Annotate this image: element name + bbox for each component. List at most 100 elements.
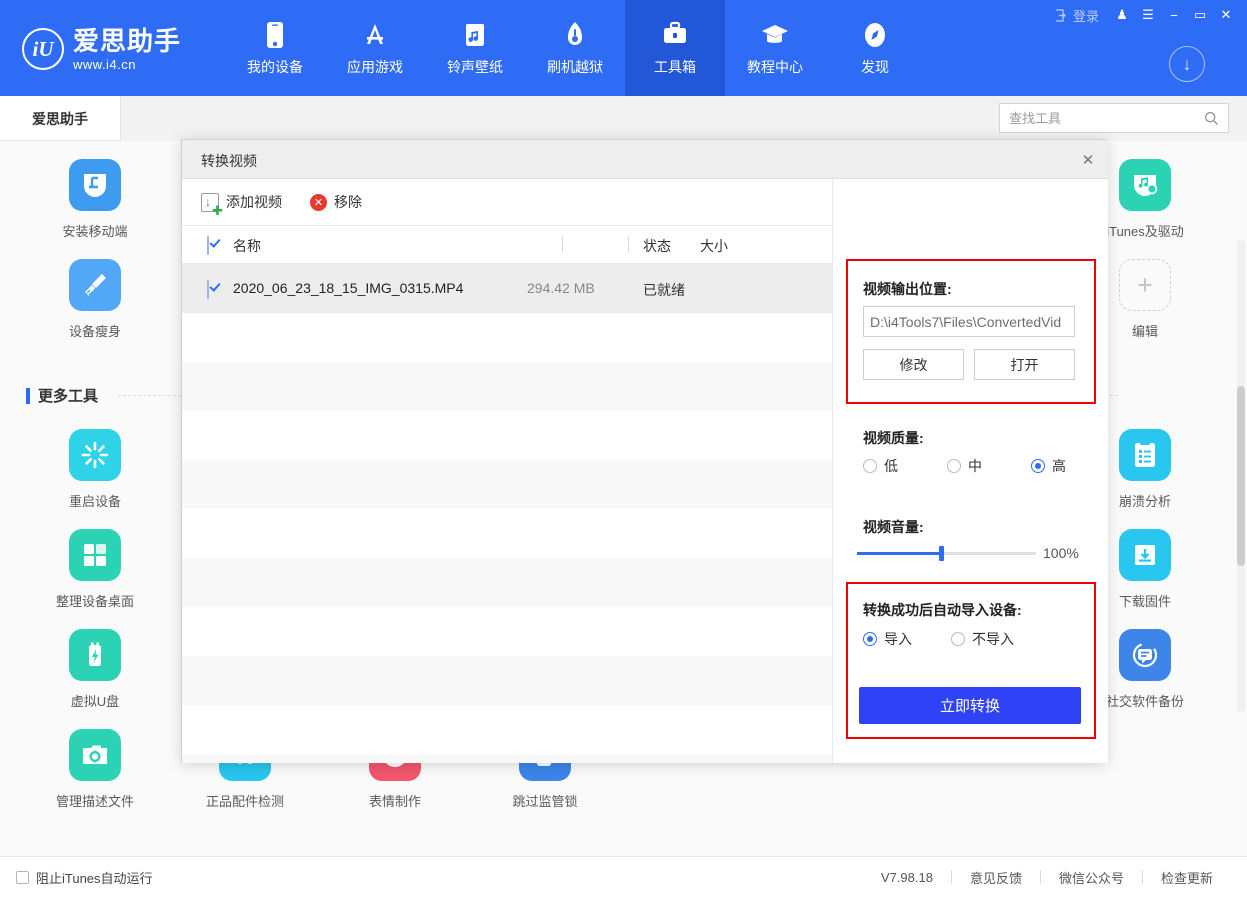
check-update-link[interactable]: 检查更新 (1143, 868, 1231, 887)
maximize-icon[interactable]: ▭ (1187, 4, 1213, 26)
tool-label: iTunes及驱动 (1106, 221, 1184, 240)
open-path-button[interactable]: 打开 (974, 349, 1075, 380)
table-row-empty (182, 460, 832, 509)
tab-strip: 爱思助手 (0, 96, 1247, 141)
status-bar: 阻止iTunes自动运行 V7.98.18 意见反馈 微信公众号 检查更新 (0, 856, 1247, 897)
tool-label: 跳过监管锁 (512, 791, 577, 810)
file-list-header: 名称 大小 状态 (182, 226, 832, 264)
table-row[interactable]: 2020_06_23_18_15_IMG_0315.MP4 294.42 MB … (182, 264, 832, 313)
modify-path-button[interactable]: 修改 (863, 349, 964, 380)
logo-mark-icon: iU (22, 28, 64, 70)
row-checkbox[interactable] (207, 281, 209, 299)
toolbox-icon (661, 20, 689, 50)
grid-icon (69, 529, 121, 581)
column-header-state[interactable]: 状态 (643, 236, 671, 256)
app-header: iU 爱思助手 www.i4.cn 我的设备 应用游戏 铃声壁纸 (0, 0, 1247, 96)
auto-import-option-no[interactable]: 不导入 (951, 629, 1014, 649)
phone-icon (265, 20, 285, 50)
install-mobile-icon (69, 159, 121, 211)
nav-item-apps-games[interactable]: 应用游戏 (325, 0, 425, 96)
restart-icon (69, 429, 121, 481)
convert-video-dialog: 转换视频 ✕ ↓✚ 添加视频 ✕ 移除 名称 大小 状态 (181, 139, 1107, 763)
close-icon[interactable]: ✕ (1213, 4, 1239, 26)
output-path-input[interactable]: D:\i4Tools7\Files\ConvertedVid (863, 306, 1075, 337)
column-header-name[interactable]: 名称 (233, 236, 261, 256)
add-video-button[interactable]: ↓✚ 添加视频 (201, 192, 282, 212)
nav-label: 工具箱 (654, 57, 696, 77)
nav-item-tutorial-center[interactable]: 教程中心 (725, 0, 825, 96)
slider-fill (857, 552, 939, 555)
nav-item-discover[interactable]: 发现 (825, 0, 925, 96)
column-header-size[interactable]: 大小 (700, 236, 728, 256)
tool-label: 设备瘦身 (69, 321, 121, 340)
download-circle-icon[interactable]: ↓ (1169, 46, 1205, 82)
plus-dashed-icon: + (1119, 259, 1171, 311)
table-row-empty (182, 558, 832, 607)
tool-label: 正品配件检测 (206, 791, 284, 810)
login-label: 登录 (1073, 6, 1099, 25)
quality-option-medium[interactable]: 中 (947, 456, 1031, 476)
nav-item-toolbox[interactable]: 工具箱 (625, 0, 725, 96)
login-button[interactable]: 登录 (1055, 6, 1099, 25)
divider (628, 236, 629, 253)
volume-value: 100% (1043, 545, 1079, 561)
nav-label: 刷机越狱 (547, 57, 603, 77)
block-itunes-checkbox[interactable]: 阻止iTunes自动运行 (16, 868, 153, 887)
add-file-icon: ↓✚ (201, 193, 219, 212)
table-row-empty (182, 705, 832, 754)
nav-label: 我的设备 (247, 57, 303, 77)
tool-tile-device-slimming[interactable]: 设备瘦身 (35, 259, 155, 340)
divider (562, 236, 563, 253)
nav-label: 发现 (861, 57, 889, 77)
volume-slider[interactable]: 100% (857, 545, 1079, 561)
feedback-link[interactable]: 意见反馈 (952, 868, 1040, 887)
tool-tile-install-mobile[interactable]: 安装移动端 (35, 159, 155, 240)
table-row-empty (182, 607, 832, 656)
section-accent-bar (26, 388, 30, 404)
search-input[interactable] (1009, 111, 1204, 126)
tool-label: 管理描述文件 (56, 791, 134, 810)
table-row-empty (182, 754, 832, 763)
minimize-icon[interactable]: − (1161, 4, 1187, 26)
radio-label: 导入 (884, 629, 912, 649)
music-box-icon (463, 20, 487, 50)
app-logo: iU 爱思助手 www.i4.cn (22, 20, 212, 78)
video-quality-radios: 低 中 高 (863, 456, 1083, 476)
quality-option-high[interactable]: 高 (1031, 456, 1066, 476)
tab-home[interactable]: 爱思助手 (0, 96, 120, 141)
nav-item-ringtone-wallpaper[interactable]: 铃声壁纸 (425, 0, 525, 96)
video-volume-label: 视频音量: (863, 517, 924, 537)
quality-option-low[interactable]: 低 (863, 456, 947, 476)
broom-icon (69, 259, 121, 311)
tool-tile-restart-device[interactable]: 重启设备 (35, 429, 155, 510)
radio-label: 低 (884, 456, 898, 476)
slider-track (944, 552, 1036, 555)
auto-import-label: 转换成功后自动导入设备: (863, 600, 1022, 620)
table-row-empty (182, 411, 832, 460)
checkbox-box (16, 871, 29, 884)
menu-icon[interactable]: ☰ (1135, 4, 1161, 26)
close-icon[interactable]: ✕ (1076, 148, 1100, 171)
convert-now-button[interactable]: 立即转换 (859, 687, 1081, 724)
radio-dot (863, 632, 877, 646)
skin-icon[interactable]: ♟ (1109, 4, 1135, 26)
search-box[interactable] (999, 103, 1229, 133)
status-links: V7.98.18 意见反馈 微信公众号 检查更新 (863, 868, 1231, 887)
content-scrollbar-thumb[interactable] (1237, 386, 1245, 566)
wechat-link[interactable]: 微信公众号 (1041, 868, 1142, 887)
nav-item-my-device[interactable]: 我的设备 (225, 0, 325, 96)
nav-item-flash-jailbreak[interactable]: 刷机越狱 (525, 0, 625, 96)
table-row-empty (182, 656, 832, 705)
block-itunes-label: 阻止iTunes自动运行 (36, 868, 153, 887)
output-location-label: 视频输出位置: (863, 279, 952, 299)
tool-tile-organize-desktop[interactable]: 整理设备桌面 (35, 529, 155, 610)
table-row-empty (182, 313, 832, 362)
dialog-toolbar: ↓✚ 添加视频 ✕ 移除 (182, 179, 832, 226)
tool-tile-manage-profiles[interactable]: 管理描述文件 (35, 729, 155, 810)
auto-import-option-yes[interactable]: 导入 (863, 629, 951, 649)
remove-button[interactable]: ✕ 移除 (310, 192, 362, 212)
remove-circle-icon: ✕ (310, 194, 327, 211)
download-firmware-icon (1119, 529, 1171, 581)
select-all-checkbox[interactable] (207, 237, 209, 255)
tool-tile-virtual-usb[interactable]: 虚拟U盘 (35, 629, 155, 710)
